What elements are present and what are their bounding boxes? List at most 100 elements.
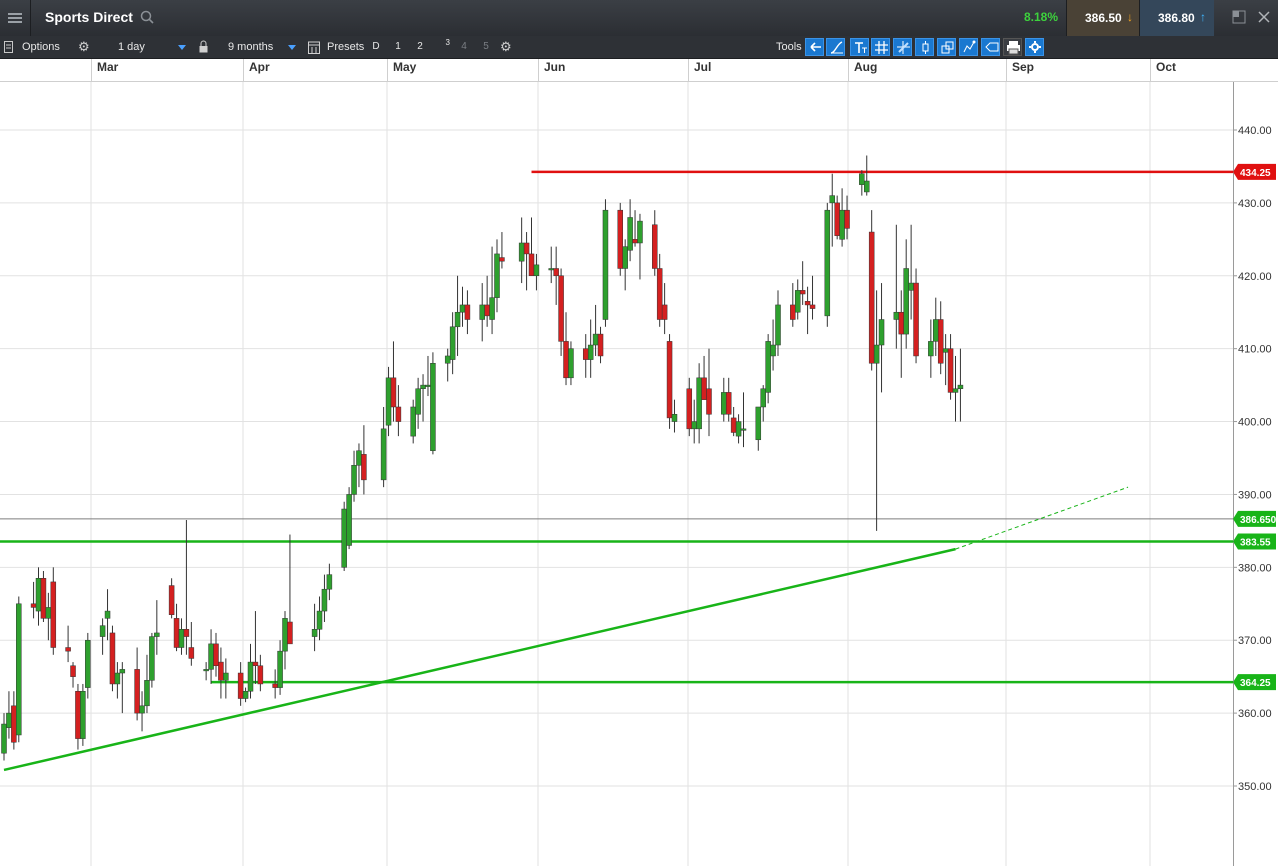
candle-body [839, 209, 845, 240]
sell-price-button[interactable]: 386.50 ↓ [1066, 0, 1139, 36]
close-icon[interactable] [1257, 10, 1271, 24]
candle-body [6, 712, 12, 728]
interval-select[interactable]: 1 day [118, 36, 145, 58]
range-select[interactable]: 9 months [228, 36, 273, 58]
preset-button-3[interactable]: 3 [434, 39, 450, 55]
lock-icon[interactable] [199, 40, 208, 53]
candle-body [114, 672, 121, 685]
price-tag-label: 434.25 [1240, 168, 1271, 179]
candle-body [1, 723, 7, 754]
candle-body [75, 690, 81, 739]
candle-body [933, 319, 939, 342]
candle[interactable] [149, 632, 155, 688]
candle-body [696, 377, 702, 430]
tool-button-text-tool[interactable] [850, 38, 869, 56]
preset-button-2[interactable]: 2 [412, 39, 428, 55]
month-label: Jun [544, 60, 566, 74]
tool-button-settings-tool[interactable] [1025, 38, 1044, 56]
candle-body [35, 578, 42, 612]
hamburger-icon [8, 13, 22, 23]
chevron-down-icon[interactable] [288, 45, 296, 50]
candle[interactable] [430, 352, 436, 455]
instrument-title: Sports Direct [45, 9, 133, 25]
tool-button-back-arrow[interactable] [805, 38, 824, 56]
grid-icon [875, 41, 888, 54]
preset-button-1[interactable]: 1 [390, 39, 406, 55]
candle[interactable] [109, 625, 116, 692]
candle[interactable] [868, 210, 875, 371]
candle-body [326, 574, 333, 590]
tool-button-indicator[interactable] [959, 38, 978, 56]
y-tick-label: 350.00 [1238, 781, 1272, 793]
candle-body [154, 632, 160, 637]
candle-body [878, 319, 885, 346]
candle[interactable] [80, 683, 86, 746]
candle[interactable] [617, 202, 623, 276]
candle-body [582, 348, 589, 360]
candle[interactable] [16, 596, 22, 743]
menu-button[interactable] [0, 0, 31, 36]
presets-label: Presets [327, 41, 365, 53]
price-tag-label: 364.25 [1240, 678, 1271, 689]
candle-body [11, 705, 17, 743]
candle-body [893, 311, 900, 320]
month-label: Mar [97, 60, 119, 74]
candle-body [518, 242, 525, 262]
candle[interactable] [824, 202, 831, 327]
document-icon[interactable] [4, 41, 13, 53]
candle-body [568, 348, 574, 379]
popout-icon[interactable] [1232, 10, 1246, 24]
support-lower-price-tag: 364.25 [1233, 674, 1276, 691]
candle-body [942, 348, 949, 353]
candle-body [829, 195, 835, 204]
candle-body [464, 304, 471, 320]
candle-body [85, 639, 91, 688]
candle-body [666, 341, 673, 419]
candle-body [316, 610, 323, 630]
candle[interactable] [341, 501, 347, 571]
axis-tick [243, 59, 244, 81]
candle-body [380, 428, 387, 481]
tool-button-curve[interactable] [826, 38, 845, 56]
candle-body [208, 643, 214, 670]
tool-button-tag[interactable] [981, 38, 1000, 56]
tool-button-candle[interactable] [915, 38, 934, 56]
candle-body [40, 578, 47, 619]
month-label: Sep [1012, 60, 1035, 74]
candle[interactable] [40, 570, 47, 622]
preset-settings-icon[interactable]: ⚙ [500, 36, 512, 58]
candle-body [652, 224, 658, 269]
candle-body [218, 661, 224, 681]
candle-body [563, 341, 569, 379]
tool-button-crosshair[interactable] [893, 38, 912, 56]
buy-price-button[interactable]: 386.80 ↑ [1139, 0, 1214, 36]
candle-body [548, 268, 554, 271]
chevron-down-icon[interactable] [178, 45, 186, 50]
calendar-icon[interactable] [308, 40, 320, 54]
tool-button-layers[interactable] [937, 38, 956, 56]
candle-body [183, 629, 190, 637]
candle[interactable] [346, 487, 352, 550]
preset-button-4[interactable]: 4 [456, 39, 472, 55]
search-icon[interactable] [140, 10, 154, 24]
tool-button-print[interactable] [1003, 38, 1022, 56]
preset-button-5[interactable]: 5 [478, 39, 494, 55]
month-label: May [393, 60, 417, 74]
candle[interactable] [602, 199, 609, 327]
candle-body [957, 384, 964, 390]
up-arrow-icon: ↑ [1200, 10, 1206, 24]
candle-body [721, 392, 727, 415]
preset-button-d[interactable]: D [368, 39, 384, 55]
candle-body [770, 344, 776, 357]
options-menu[interactable]: Options [22, 36, 60, 58]
tool-button-grid[interactable] [871, 38, 890, 56]
candle-body [178, 629, 185, 648]
candle[interactable] [666, 334, 673, 429]
price-chart[interactable]: 440.00 430.00 420.00 410.00 400.00 390.00 380.… [0, 82, 1278, 866]
candle-body [321, 588, 328, 612]
candle-body [341, 508, 347, 568]
candle-body [661, 304, 668, 320]
gear-icon[interactable]: ⚙ [78, 36, 90, 58]
candle-body [223, 672, 229, 681]
candle-body [824, 209, 831, 317]
